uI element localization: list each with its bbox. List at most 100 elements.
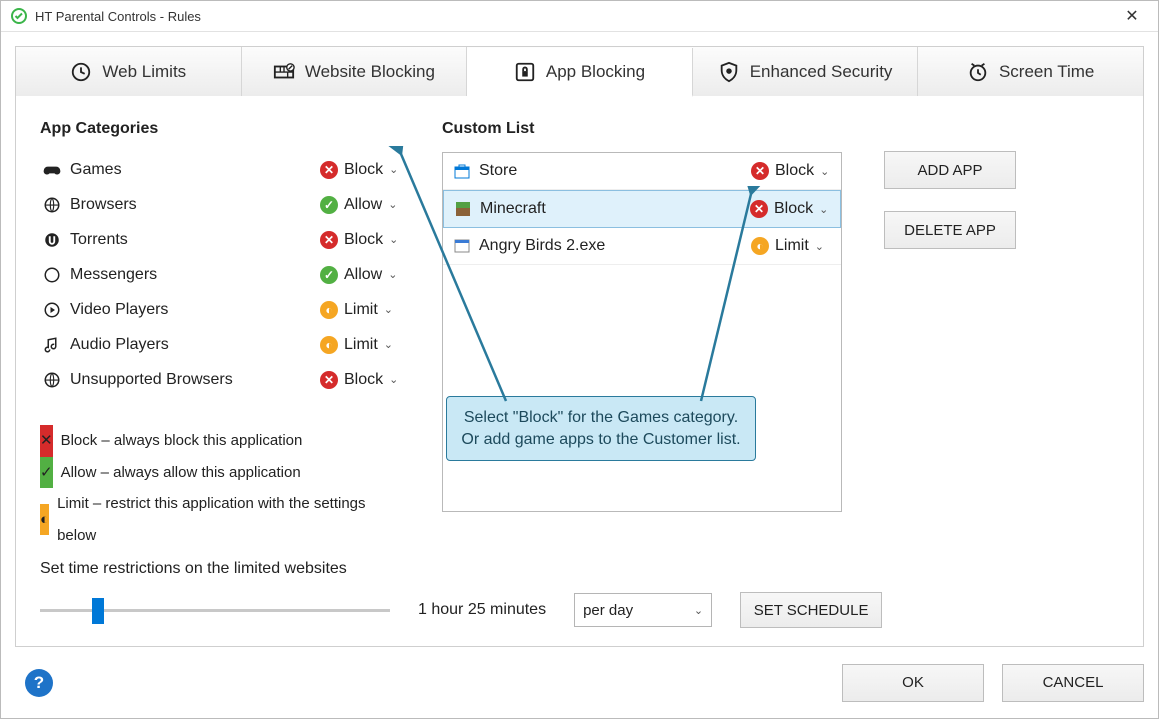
app-lock-icon — [514, 61, 536, 83]
button-label: OK — [902, 674, 924, 691]
titlebar: HT Parental Controls - Rules ✕ — [1, 1, 1158, 32]
category-action-dropdown[interactable]: ✕ Block ⌄ — [320, 231, 400, 249]
chevron-down-icon: ⌄ — [384, 338, 393, 351]
list-item[interactable]: Angry Birds 2.exe ◐ Limit ⌄ — [443, 228, 841, 265]
add-app-button[interactable]: ADD APP — [884, 151, 1016, 189]
legend-text: Limit – restrict this application with t… — [57, 488, 400, 551]
category-name: Games — [64, 161, 320, 179]
list-item[interactable]: Store ✕ Block ⌄ — [443, 153, 841, 190]
tab-screen-time[interactable]: Screen Time — [918, 47, 1143, 96]
time-value-text: 1 hour 25 minutes — [418, 601, 546, 619]
music-icon — [40, 336, 64, 354]
tab-label: Website Blocking — [305, 62, 435, 82]
category-action-dropdown[interactable]: ✓ Allow ⌄ — [320, 266, 400, 284]
app-action-dropdown[interactable]: ✕ Block ⌄ — [751, 162, 831, 180]
window-title: HT Parental Controls - Rules — [35, 9, 201, 24]
category-row-browsers: Browsers ✓ Allow ⌄ — [40, 187, 400, 222]
time-unit-select[interactable]: per day ⌄ — [574, 593, 712, 627]
ok-button[interactable]: OK — [842, 664, 984, 702]
legend-text: Allow – always allow this application — [61, 457, 301, 489]
window: HT Parental Controls - Rules ✕ Web Limit… — [0, 0, 1159, 719]
list-actions: ADD APP DELETE APP — [884, 120, 1119, 500]
action-label: Allow — [344, 266, 382, 284]
action-label: Limit — [344, 336, 378, 354]
app-name: Minecraft — [480, 200, 750, 218]
app-categories-section: App Categories Games ✕ Block ⌄ — [40, 120, 400, 500]
alarm-icon — [967, 61, 989, 83]
category-name: Video Players — [64, 301, 320, 319]
minecraft-app-icon — [454, 200, 472, 218]
action-label: Limit — [775, 237, 809, 255]
allow-icon: ✓ — [320, 196, 338, 214]
app-action-dropdown[interactable]: ◐ Limit ⌄ — [751, 237, 831, 255]
category-name: Browsers — [64, 196, 320, 214]
block-icon: ✕ — [751, 162, 769, 180]
category-action-dropdown[interactable]: ✕ Block ⌄ — [320, 371, 400, 389]
set-schedule-button[interactable]: SET SCHEDULE — [740, 592, 882, 628]
action-label: Limit — [344, 301, 378, 319]
action-label: Block — [344, 231, 383, 249]
category-action-dropdown[interactable]: ✕ Block ⌄ — [320, 161, 400, 179]
category-row-audio-players: Audio Players ◐ Limit ⌄ — [40, 327, 400, 362]
tab-website-blocking[interactable]: Website Blocking — [242, 47, 468, 96]
button-label: SET SCHEDULE — [754, 602, 869, 619]
legend-block: ✕ Block – always block this application — [40, 425, 400, 457]
limit-icon: ◐ — [320, 336, 338, 354]
delete-app-button[interactable]: DELETE APP — [884, 211, 1016, 249]
category-row-messengers: Messengers ✓ Allow ⌄ — [40, 257, 400, 292]
limit-icon: ◐ — [751, 237, 769, 255]
category-action-dropdown[interactable]: ✓ Allow ⌄ — [320, 196, 400, 214]
legend: ✕ Block – always block this application … — [40, 425, 400, 551]
category-row-video-players: Video Players ◐ Limit ⌄ — [40, 292, 400, 327]
tab-enhanced-security[interactable]: Enhanced Security — [693, 47, 919, 96]
action-label: Allow — [344, 196, 382, 214]
store-app-icon — [453, 162, 471, 180]
tab-web-limits[interactable]: Web Limits — [16, 47, 242, 96]
button-label: ADD APP — [917, 162, 982, 179]
tabs: Web Limits Website Blocking App Blocking… — [15, 46, 1144, 96]
allow-icon: ✓ — [320, 266, 338, 284]
custom-list-title: Custom List — [442, 120, 842, 138]
legend-allow: ✓ Allow – always allow this application — [40, 457, 400, 489]
tab-label: Web Limits — [102, 62, 186, 82]
help-button[interactable]: ? — [25, 669, 53, 697]
legend-text: Block – always block this application — [61, 425, 303, 457]
content-panel: App Categories Games ✕ Block ⌄ — [15, 96, 1144, 647]
shield-icon — [718, 61, 740, 83]
category-action-dropdown[interactable]: ◐ Limit ⌄ — [320, 301, 400, 319]
chevron-down-icon: ⌄ — [820, 165, 829, 178]
category-name: Torrents — [64, 231, 320, 249]
block-icon: ✕ — [320, 231, 338, 249]
tab-app-blocking[interactable]: App Blocking — [467, 48, 693, 97]
chevron-down-icon: ⌄ — [694, 604, 703, 617]
time-slider[interactable] — [40, 600, 390, 620]
category-name: Audio Players — [64, 336, 320, 354]
tab-label: Enhanced Security — [750, 62, 893, 82]
chevron-down-icon: ⌄ — [389, 163, 398, 176]
legend-limit: ◐ Limit – restrict this application with… — [40, 488, 400, 551]
tab-label: Screen Time — [999, 62, 1094, 82]
tab-label: App Blocking — [546, 62, 645, 82]
chevron-down-icon: ⌄ — [389, 233, 398, 246]
close-icon[interactable]: ✕ — [1112, 1, 1152, 31]
limit-icon: ◐ — [320, 301, 338, 319]
chevron-down-icon: ⌄ — [384, 303, 393, 316]
help-callout: Select "Block" for the Games category. O… — [446, 396, 756, 461]
list-item[interactable]: Minecraft ✕ Block ⌄ — [443, 190, 841, 228]
categories-title: App Categories — [40, 120, 400, 138]
clock-icon — [70, 61, 92, 83]
tabs-wrap: Web Limits Website Blocking App Blocking… — [1, 32, 1158, 96]
select-value: per day — [583, 602, 633, 619]
category-name: Messengers — [64, 266, 320, 284]
block-icon: ✕ — [750, 200, 768, 218]
app-name: Angry Birds 2.exe — [479, 237, 751, 255]
chevron-down-icon: ⌄ — [389, 373, 398, 386]
allow-icon: ✓ — [40, 457, 53, 489]
time-restrictions-section: Set time restrictions on the limited web… — [40, 560, 1119, 628]
chevron-down-icon: ⌄ — [815, 240, 824, 253]
category-action-dropdown[interactable]: ◐ Limit ⌄ — [320, 336, 400, 354]
category-row-torrents: Torrents ✕ Block ⌄ — [40, 222, 400, 257]
cancel-button[interactable]: CANCEL — [1002, 664, 1144, 702]
slider-thumb[interactable] — [92, 598, 104, 624]
app-action-dropdown[interactable]: ✕ Block ⌄ — [750, 200, 830, 218]
